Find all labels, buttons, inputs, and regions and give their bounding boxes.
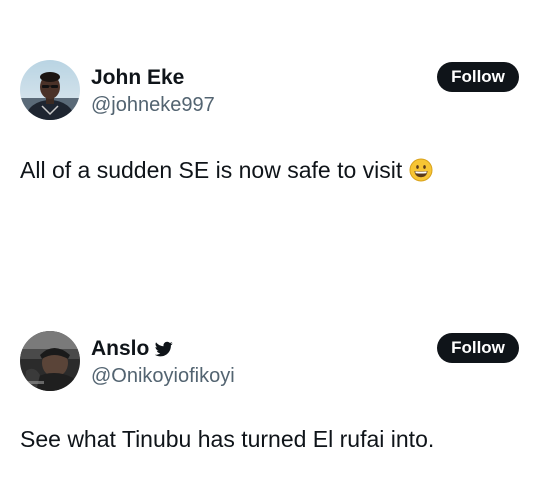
username-handle[interactable]: @Onikoyiofikoyi — [91, 364, 235, 388]
post-text: See what Tinubu has turned El rufai into… — [20, 426, 435, 452]
avatar-anslo[interactable] — [20, 331, 80, 391]
display-name[interactable]: Anslo — [91, 337, 149, 361]
display-name[interactable]: John Eke — [91, 66, 184, 90]
twitter-bird-icon — [155, 341, 174, 357]
follow-button[interactable]: Follow — [437, 62, 519, 92]
avatar-photo-icon — [20, 60, 80, 120]
avatar-john-eke[interactable] — [20, 60, 80, 120]
display-name-row[interactable]: Anslo — [91, 337, 174, 361]
post-body: All of a sudden SE is now safe to visit — [20, 155, 433, 185]
avatar-photo-icon — [20, 331, 80, 391]
post-anslo: Anslo @Onikoyiofikoyi Follow See what Ti… — [0, 300, 536, 495]
follow-button[interactable]: Follow — [437, 333, 519, 363]
grinning-face-icon — [409, 158, 433, 182]
post-body: See what Tinubu has turned El rufai into… — [20, 424, 434, 454]
username-handle[interactable]: @johneke997 — [91, 93, 215, 117]
post-text: All of a sudden SE is now safe to visit — [20, 157, 403, 183]
post-john-eke: John Eke @johneke997 Follow All of a sud… — [0, 0, 536, 270]
display-name-row[interactable]: John Eke — [91, 66, 184, 90]
